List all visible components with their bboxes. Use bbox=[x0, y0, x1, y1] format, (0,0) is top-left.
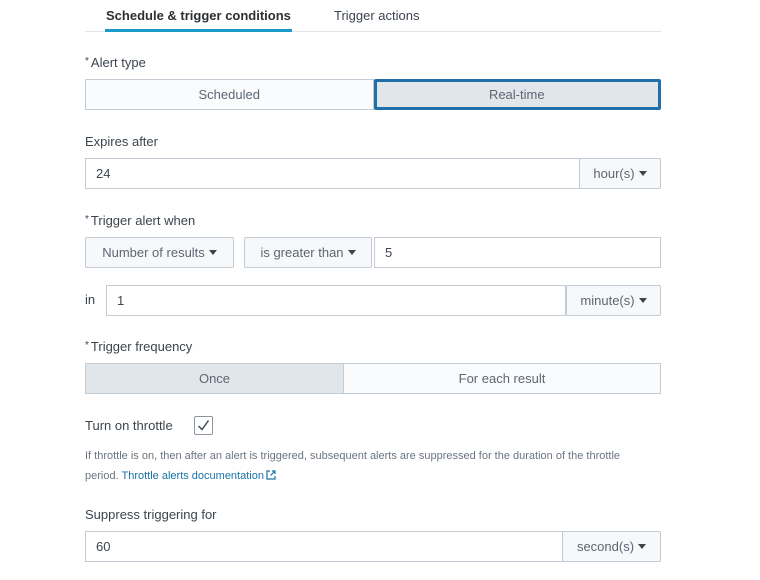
throttle-docs-link-text: Throttle alerts documentation bbox=[121, 470, 264, 482]
frequency-each-result-button[interactable]: For each result bbox=[344, 363, 661, 394]
external-link-icon bbox=[266, 470, 276, 480]
alert-type-toggle: Scheduled Real-time bbox=[85, 79, 661, 110]
throttle-docs-link[interactable]: Throttle alerts documentation bbox=[122, 470, 276, 482]
trigger-window-input[interactable]: 1 bbox=[106, 285, 566, 316]
alert-type-label-text: Alert type bbox=[90, 55, 146, 70]
trigger-frequency-label-text: Trigger frequency bbox=[90, 339, 193, 354]
trigger-threshold-input[interactable]: 5 bbox=[374, 237, 661, 268]
trigger-window-unit-dropdown[interactable]: minute(s) bbox=[566, 285, 661, 316]
required-marker: * bbox=[85, 214, 89, 225]
trigger-condition-dropdown[interactable]: Number of results bbox=[85, 237, 234, 268]
trigger-alert-when-label: * Trigger alert when bbox=[85, 213, 195, 228]
frequency-once-button[interactable]: Once bbox=[85, 363, 344, 394]
expires-unit-dropdown[interactable]: hour(s) bbox=[579, 158, 661, 189]
required-marker: * bbox=[85, 56, 89, 67]
trigger-comparison-dropdown[interactable]: is greater than bbox=[244, 237, 372, 268]
tab-trigger-actions[interactable]: Trigger actions bbox=[334, 8, 420, 32]
throttle-label: Turn on throttle bbox=[85, 418, 173, 433]
expires-value-input[interactable]: 24 bbox=[85, 158, 580, 189]
expires-after-label: Expires after bbox=[85, 134, 158, 149]
trigger-alert-when-label-text: Trigger alert when bbox=[90, 213, 196, 228]
checkmark-icon bbox=[198, 420, 210, 431]
alert-type-label: * Alert type bbox=[85, 55, 146, 70]
required-marker: * bbox=[85, 340, 89, 351]
trigger-comparison-label: is greater than bbox=[260, 245, 344, 260]
trigger-window-unit-label: minute(s) bbox=[580, 293, 635, 308]
in-label: in bbox=[85, 292, 96, 307]
suppress-unit-label: second(s) bbox=[576, 539, 635, 554]
trigger-frequency-label: * Trigger frequency bbox=[85, 339, 192, 354]
chevron-down-icon bbox=[638, 298, 647, 303]
trigger-frequency-toggle: Once For each result bbox=[85, 363, 661, 394]
throttle-help-text: If throttle is on, then after an alert i… bbox=[85, 446, 645, 486]
throttle-checkbox[interactable] bbox=[194, 416, 213, 435]
suppress-unit-dropdown[interactable]: second(s) bbox=[562, 531, 661, 562]
expires-unit-label: hour(s) bbox=[593, 166, 635, 181]
trigger-condition-label: Number of results bbox=[102, 245, 205, 260]
chevron-down-icon bbox=[638, 171, 647, 176]
alert-type-realtime-button[interactable]: Real-time bbox=[373, 79, 661, 110]
tab-schedule-trigger-conditions[interactable]: Schedule & trigger conditions bbox=[105, 8, 292, 32]
suppress-value-input[interactable]: 60 bbox=[85, 531, 563, 562]
suppress-triggering-label: Suppress triggering for bbox=[85, 507, 217, 522]
chevron-down-icon bbox=[208, 250, 217, 255]
chevron-down-icon bbox=[347, 250, 356, 255]
tab-bar: Schedule & trigger conditions Trigger ac… bbox=[85, 0, 661, 32]
chevron-down-icon bbox=[638, 544, 647, 549]
alert-type-scheduled-button[interactable]: Scheduled bbox=[85, 79, 374, 110]
